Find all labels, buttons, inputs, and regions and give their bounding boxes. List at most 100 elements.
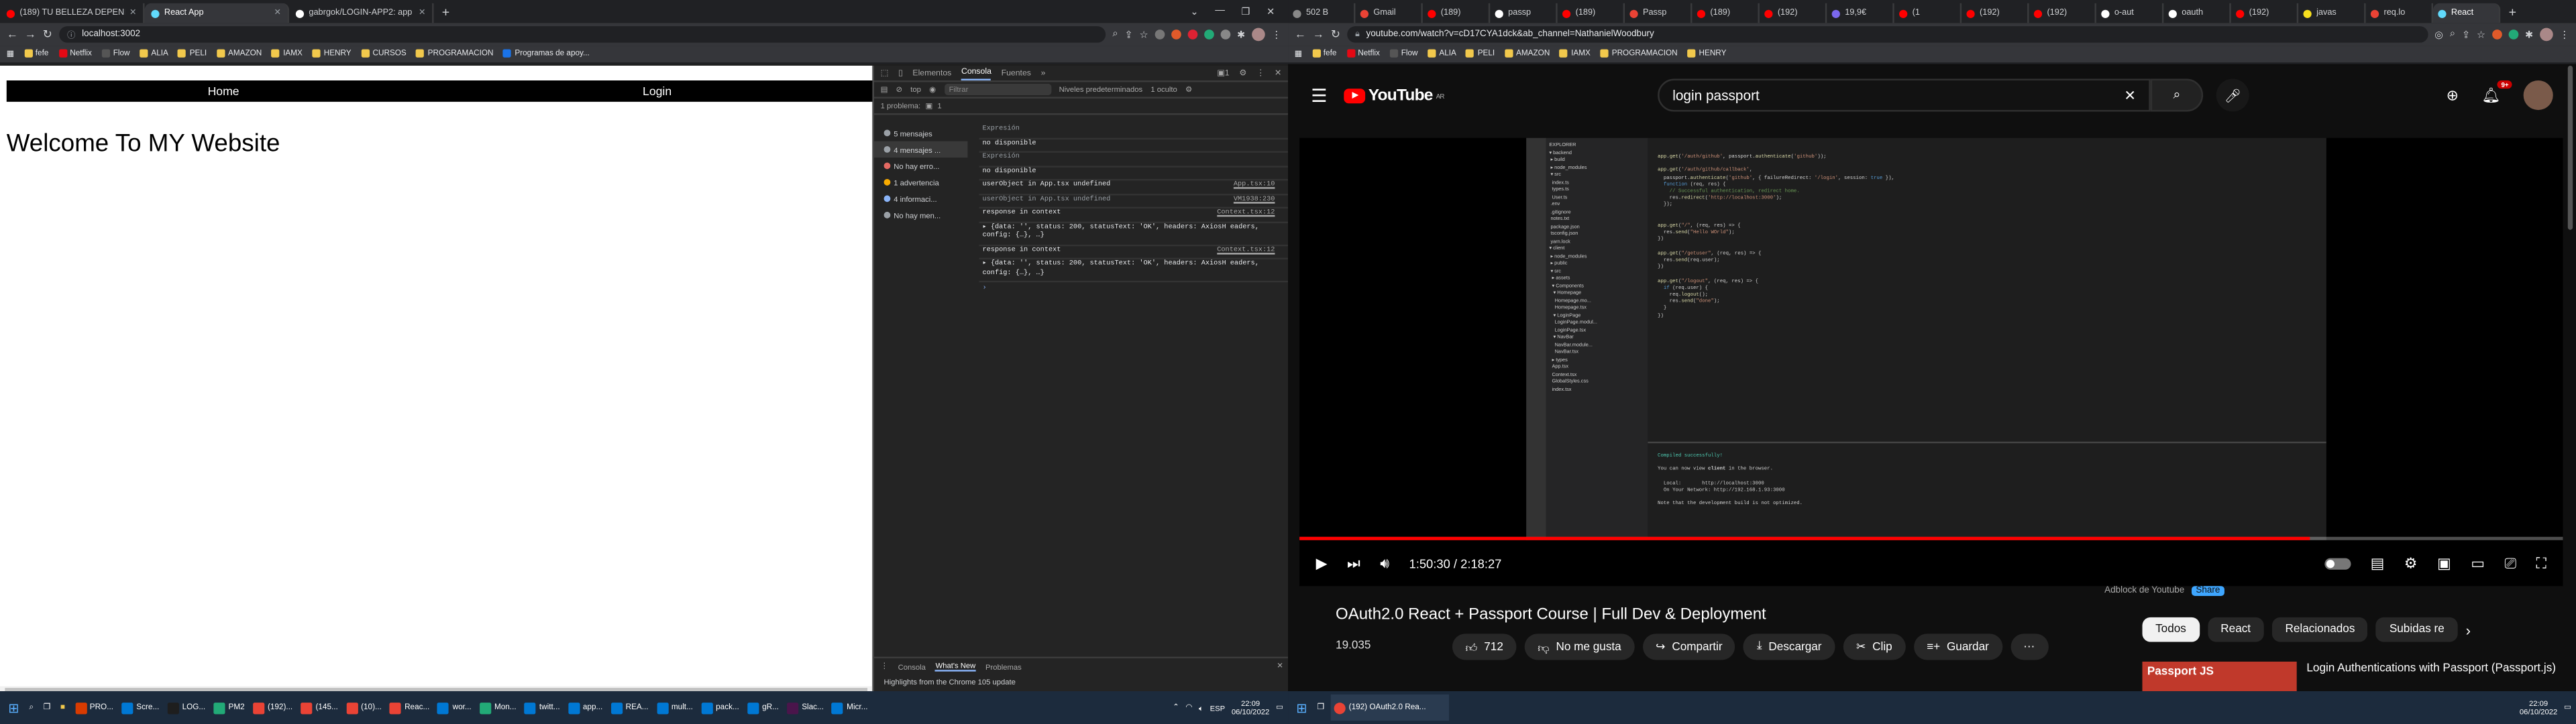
task-view-icon[interactable]: ❐	[1313, 695, 1327, 721]
bookmark-item[interactable]: fefe	[1311, 49, 1336, 59]
page-scrollbar[interactable]	[2567, 65, 2573, 230]
star-icon[interactable]: ☆	[1140, 29, 1148, 40]
extension-icon[interactable]	[2508, 29, 2519, 40]
taskbar-app[interactable]: Micr...	[828, 695, 871, 721]
tab-8[interactable]: (192)	[1760, 3, 1827, 23]
more-tabs-icon[interactable]: »	[1041, 68, 1046, 78]
tab-11[interactable]: (192)	[1962, 3, 2029, 23]
search-input[interactable]: login passport ✕	[1658, 78, 2151, 112]
drawer-menu-icon[interactable]: ⋮	[881, 662, 888, 672]
extension-icon[interactable]	[1204, 29, 1214, 40]
extension-icon[interactable]	[1220, 29, 1231, 40]
share-icon[interactable]: ⇪	[1124, 29, 1132, 40]
tab-sources[interactable]: Fuentes	[1002, 68, 1031, 78]
bookmark-item[interactable]: PELI	[1466, 49, 1495, 59]
taskbar-app[interactable]: gR...	[744, 695, 782, 721]
tab-9[interactable]: 19,9€	[1827, 3, 1894, 23]
bookmark-item[interactable]: PROGRAMACION	[416, 49, 494, 59]
recommended-video-title[interactable]: Login Authentications with Passport (Pas…	[2306, 662, 2569, 691]
sidebar-toggle-icon[interactable]: ▤	[881, 84, 888, 95]
volume-icon[interactable]: 🔊︎	[1380, 554, 1389, 572]
close-icon[interactable]: ✕	[419, 8, 425, 18]
cast-icon[interactable]: ⎚	[2504, 554, 2516, 572]
forward-icon[interactable]: →	[1313, 29, 1324, 40]
zoom-icon[interactable]: ⌕	[2450, 29, 2455, 40]
extension-icon[interactable]	[1155, 29, 1165, 40]
tab-5[interactable]: (189)	[1558, 3, 1625, 23]
taskbar-app[interactable]: LOG...	[164, 695, 209, 721]
task-view-icon[interactable]: ❐	[40, 695, 54, 721]
tab-3[interactable]: (189)	[1423, 3, 1491, 23]
more-actions-button[interactable]: ⋯	[2010, 634, 2049, 660]
puzzle-icon[interactable]: ✱	[1237, 29, 1245, 40]
taskbar-app[interactable]: PRO...	[72, 695, 117, 721]
bookmark-item[interactable]: HENRY	[312, 49, 352, 59]
taskbar-app[interactable]: Reac...	[386, 695, 433, 721]
inspect-icon[interactable]: ⬚	[881, 68, 889, 78]
maximize-icon[interactable]: ❐	[1241, 6, 1250, 17]
tab-14[interactable]: oauth	[2163, 3, 2231, 23]
bookmark-item[interactable]: Netflix	[1346, 49, 1380, 59]
forward-icon[interactable]: →	[25, 29, 36, 40]
taskbar-app[interactable]: (145...	[298, 695, 341, 721]
notification-icon[interactable]: ▭	[2564, 703, 2571, 713]
message-icon[interactable]: ▣1	[1217, 68, 1229, 78]
file-explorer-icon[interactable]: ■	[57, 695, 68, 721]
gear-icon[interactable]: ⚙	[1185, 84, 1192, 95]
source-link[interactable]: App.tsx:10	[1234, 182, 1275, 191]
bell-icon[interactable]: 🔔︎ 9+	[2481, 79, 2512, 105]
tab-6[interactable]: Passp	[1625, 3, 1693, 23]
console-filter-input[interactable]: Filtrar	[944, 83, 1051, 96]
nav-login-link[interactable]: Login	[440, 80, 874, 102]
clear-icon[interactable]: ✕	[2124, 86, 2135, 105]
bookmark-item[interactable]: PELI	[178, 49, 207, 59]
tab-7[interactable]: (189)	[1692, 3, 1760, 23]
eye-icon[interactable]: ◉	[929, 84, 936, 95]
avatar[interactable]	[1252, 27, 1265, 42]
hamburger-menu-icon[interactable]: ☰	[1311, 84, 1327, 106]
play-icon[interactable]: ▶	[1316, 554, 1328, 572]
gear-icon[interactable]: ⚙	[1239, 68, 1246, 78]
chevron-up-icon[interactable]: ⌃	[1173, 703, 1179, 713]
console-filter-5[interactable]: No hay men...	[874, 207, 968, 223]
search-icon[interactable]: ⌕	[25, 695, 36, 721]
console-filter-4[interactable]: 4 informaci...	[874, 190, 968, 206]
context-select[interactable]: top	[910, 85, 921, 93]
volume-icon[interactable]: 🔈︎	[1199, 703, 1203, 711]
apps-icon[interactable]: ▦	[1295, 50, 1302, 58]
save-button[interactable]: ≡+ Guardar	[1913, 634, 2002, 660]
taskbar-app[interactable]: Slac...	[784, 695, 827, 721]
tab-15[interactable]: (192)	[2231, 3, 2299, 23]
fullscreen-icon[interactable]: ⛶	[2536, 554, 2546, 572]
tab-1[interactable]: (189) TU BELLEZA DEPENDE DE ...✕	[0, 3, 145, 23]
avatar[interactable]	[2523, 80, 2553, 111]
tab-16[interactable]: javas	[2298, 3, 2366, 23]
tab-18[interactable]: React	[2432, 3, 2501, 23]
star-icon[interactable]: ☆	[2477, 29, 2485, 40]
like-button[interactable]: 👍︎ 712	[1452, 634, 1517, 660]
clip-button[interactable]: ✂ Clip	[1843, 634, 1906, 660]
close-icon[interactable]: ✕	[1277, 662, 1283, 672]
notification-icon[interactable]: ▭	[1276, 703, 1283, 713]
taskbar-app[interactable]: (192)...	[250, 695, 296, 721]
bookmark-item[interactable]: CURSOS	[361, 49, 407, 59]
menu-icon[interactable]: ⋮	[1272, 29, 1282, 40]
clear-icon[interactable]: ⊘	[896, 84, 902, 95]
miniplayer-icon[interactable]: ▣	[2437, 554, 2451, 572]
video-player[interactable]: EXPLORER ▾ backend ▸ build ▸ node_modules…	[1299, 137, 2563, 587]
chip-react[interactable]: React	[2207, 617, 2264, 642]
next-icon[interactable]: ⏭︎	[1347, 554, 1360, 572]
drawer-tab-console[interactable]: Consola	[898, 662, 926, 670]
nav-home-link[interactable]: Home	[7, 80, 441, 102]
video-thumbnail[interactable]: Passport JS	[2142, 661, 2297, 692]
chip-all[interactable]: Todos	[2142, 617, 2200, 642]
taskbar-app[interactable]: app...	[565, 695, 606, 721]
back-icon[interactable]: ←	[7, 29, 18, 40]
console-filter-3[interactable]: 1 advertencia	[874, 174, 968, 190]
tab-3[interactable]: gabrgok/LOGIN-APP2: app en lo...✕	[289, 3, 434, 23]
console-prompt[interactable]: ›	[979, 282, 1288, 298]
taskbar-app[interactable]: wor...	[435, 695, 475, 721]
bookmark-item[interactable]: HENRY	[1687, 49, 1726, 59]
drawer-tab-whats-new[interactable]: What's New	[935, 662, 976, 672]
language-indicator[interactable]: ESP	[1210, 703, 1226, 711]
